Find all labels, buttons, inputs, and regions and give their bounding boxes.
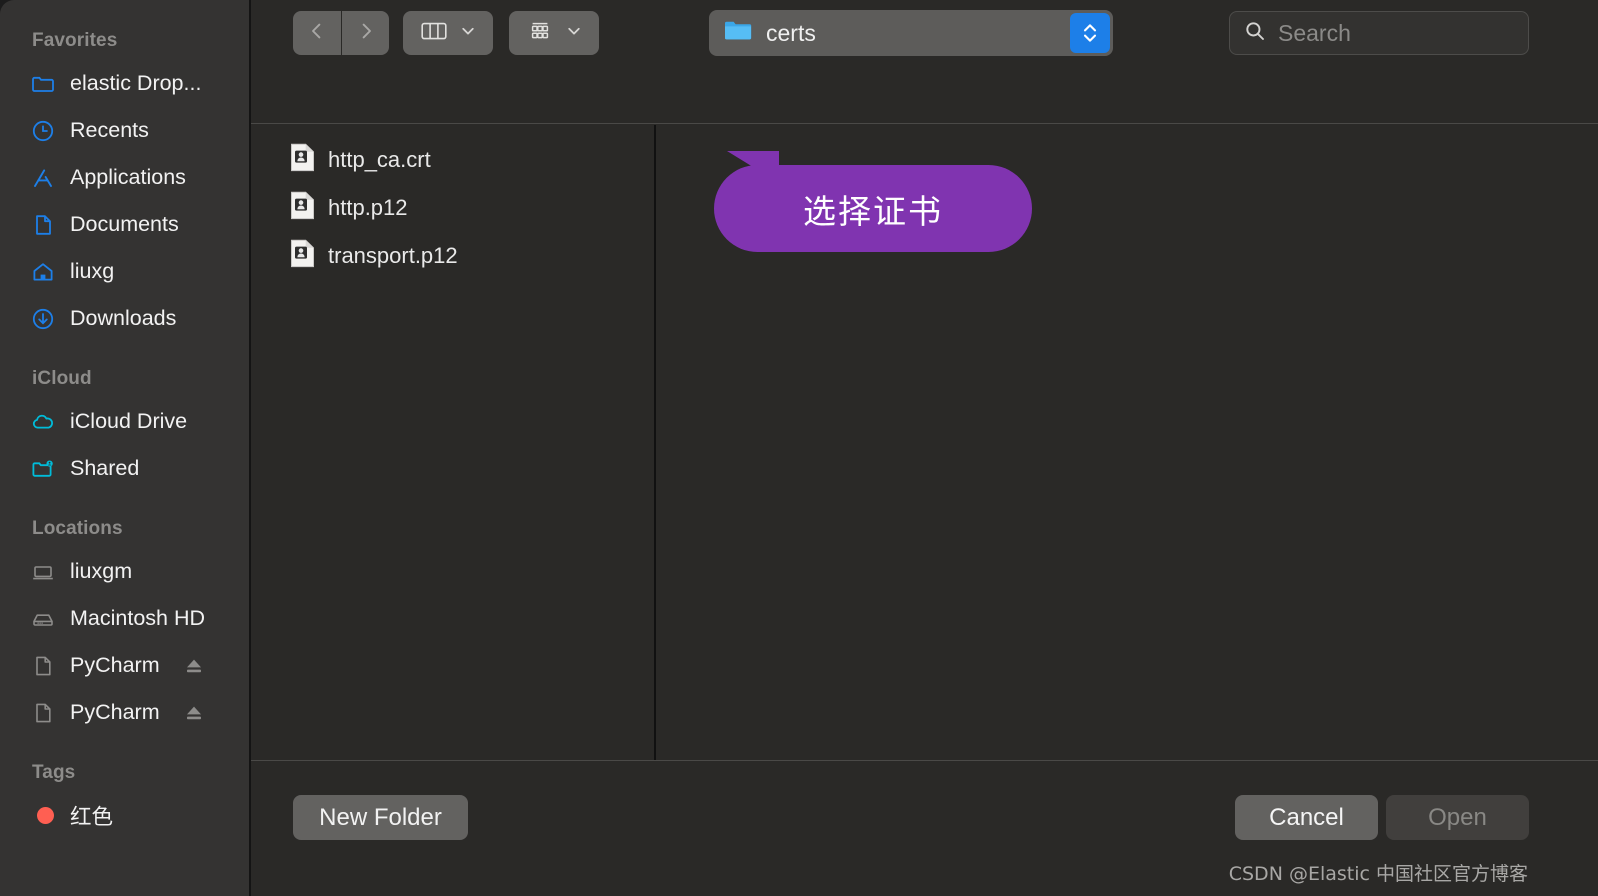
document-icon	[30, 212, 56, 238]
path-selector[interactable]: certs	[709, 10, 1113, 56]
certificate-file-icon	[290, 191, 315, 225]
file-list: http_ca.crt http.p12 transport.p12	[251, 125, 654, 280]
certificate-file-icon	[290, 143, 315, 177]
open-button[interactable]: Open	[1386, 795, 1529, 840]
folder-icon	[30, 71, 56, 97]
sidebar-item-elastic-dropbox[interactable]: elastic Drop...	[0, 60, 249, 107]
group-by-icon	[526, 19, 554, 48]
download-icon	[30, 306, 56, 332]
sidebar-item-label: PyCharm	[70, 653, 160, 677]
forward-button[interactable]	[341, 11, 389, 55]
file-name: http_ca.crt	[328, 147, 431, 172]
view-mode-button[interactable]	[403, 11, 493, 55]
search-icon	[1244, 20, 1266, 47]
callout-annotation: 选择证书	[714, 165, 1032, 252]
certificate-file-icon	[290, 239, 315, 273]
stepper-up-down-icon[interactable]	[1070, 13, 1110, 53]
sidebar-item-label: Recents	[70, 118, 149, 142]
sidebar: Favorites elastic Drop... Recents Applic…	[0, 0, 251, 896]
sidebar-item-downloads[interactable]: Downloads	[0, 295, 249, 342]
callout-text: 选择证书	[803, 191, 943, 231]
column-divider	[654, 125, 656, 760]
dialog-main: certs Search http_ca.crt http.p12 transp…	[251, 0, 1598, 896]
blue-folder-icon	[723, 18, 753, 49]
sidebar-item-label: Documents	[70, 212, 179, 236]
red-tag-dot-icon	[30, 803, 56, 829]
search-input[interactable]: Search	[1229, 11, 1529, 55]
sidebar-item-shared[interactable]: Shared	[0, 445, 249, 492]
sidebar-item-applications[interactable]: Applications	[0, 154, 249, 201]
file-name: http.p12	[328, 195, 408, 220]
sidebar-item-macintosh-hd[interactable]: Macintosh HD	[0, 595, 249, 642]
back-button[interactable]	[293, 11, 341, 55]
file-open-dialog: Favorites elastic Drop... Recents Applic…	[0, 0, 1598, 896]
applications-icon	[30, 165, 56, 191]
file-list-item[interactable]: transport.p12	[251, 232, 654, 280]
laptop-icon	[30, 559, 56, 585]
file-name: transport.p12	[328, 243, 458, 268]
cloud-icon	[30, 409, 56, 435]
sidebar-item-label: Downloads	[70, 306, 177, 330]
column-view-icon	[420, 19, 448, 48]
group-by-button[interactable]	[509, 11, 599, 55]
watermark-text: CSDN @Elastic 中国社区官方博客	[1228, 863, 1528, 885]
sidebar-item-label: Shared	[70, 456, 140, 480]
cancel-button[interactable]: Cancel	[1235, 795, 1378, 840]
eject-icon[interactable]	[181, 653, 207, 679]
sidebar-item-label: liuxgm	[70, 559, 133, 583]
sidebar-item-label: liuxg	[70, 259, 115, 283]
sidebar-item-liuxg[interactable]: liuxg	[0, 248, 249, 295]
sidebar-item-label: PyCharm	[70, 700, 160, 724]
disk-image-icon	[30, 700, 56, 726]
chevron-down-icon	[566, 23, 582, 44]
sidebar-section-icloud-title: iCloud	[32, 368, 92, 389]
dialog-footer: New Folder Cancel Open CSDN @Elastic 中国社…	[251, 760, 1598, 896]
sidebar-item-label: elastic Drop...	[70, 71, 202, 95]
eject-icon[interactable]	[181, 700, 207, 726]
chevron-right-icon	[355, 20, 377, 47]
path-label: certs	[766, 19, 816, 46]
sidebar-item-recents[interactable]: Recents	[0, 107, 249, 154]
sidebar-item-icloud-drive[interactable]: iCloud Drive	[0, 398, 249, 445]
sidebar-item-label: 红色	[70, 805, 114, 829]
shared-folder-icon	[30, 456, 56, 482]
sidebar-section-tags-title: Tags	[32, 762, 76, 783]
chevron-left-icon	[306, 20, 328, 47]
sidebar-section-favorites-title: Favorites	[32, 30, 118, 51]
sidebar-item-label: iCloud Drive	[70, 409, 188, 433]
clock-icon	[30, 118, 56, 144]
home-icon	[30, 259, 56, 285]
sidebar-item-tag-red[interactable]: 红色	[0, 792, 249, 839]
sidebar-item-label: Applications	[70, 165, 186, 189]
file-list-item[interactable]: http_ca.crt	[251, 136, 654, 184]
search-placeholder: Search	[1278, 19, 1351, 46]
harddisk-icon	[30, 606, 56, 632]
sidebar-item-documents[interactable]: Documents	[0, 201, 249, 248]
file-list-item[interactable]: http.p12	[251, 184, 654, 232]
new-folder-button[interactable]: New Folder	[293, 795, 468, 840]
disk-image-icon	[30, 653, 56, 679]
sidebar-item-pycharm-2[interactable]: PyCharm	[0, 689, 249, 736]
sidebar-item-pycharm-1[interactable]: PyCharm	[0, 642, 249, 689]
sidebar-item-label: Macintosh HD	[70, 606, 206, 630]
sidebar-item-liuxgm[interactable]: liuxgm	[0, 548, 249, 595]
chevron-down-icon	[460, 23, 476, 44]
sidebar-section-locations-title: Locations	[32, 518, 123, 539]
toolbar: certs Search	[251, 0, 1598, 124]
